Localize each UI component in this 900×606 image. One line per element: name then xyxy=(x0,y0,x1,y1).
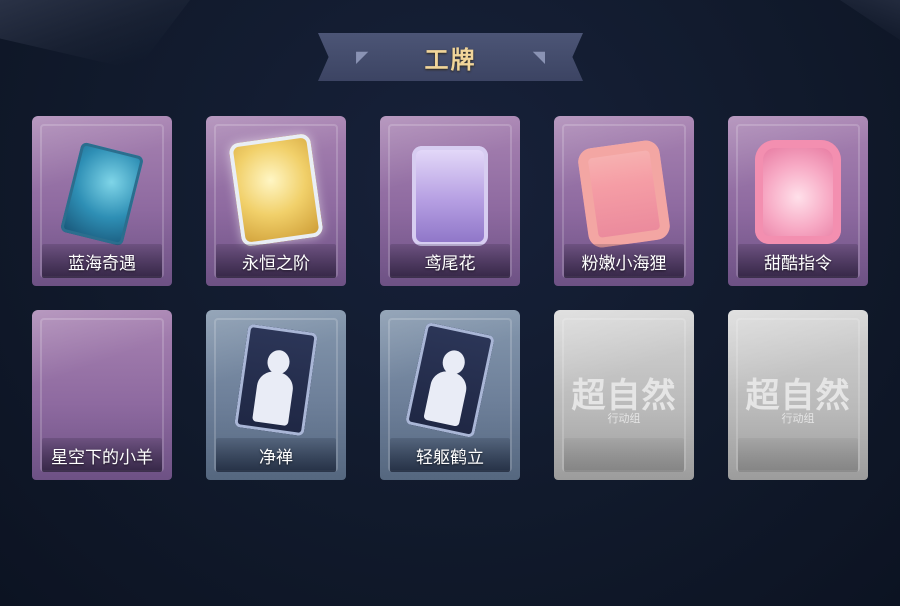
badge-label-bar: 轻躯鹤立 xyxy=(390,438,510,472)
blue-sea-card-art-icon xyxy=(59,141,145,247)
locked-badge-card[interactable]: 超自然 行动组 xyxy=(728,310,868,480)
badge-card[interactable]: 永恒之阶 xyxy=(206,116,346,286)
badge-label-bar: 净禅 xyxy=(216,438,336,472)
silhouette-body xyxy=(423,368,470,427)
badge-label: 轻躯鹤立 xyxy=(416,447,484,468)
silhouette-body xyxy=(252,369,295,427)
badge-label-bar xyxy=(738,438,858,472)
badge-label: 净禅 xyxy=(259,447,293,468)
iris-frame-art-icon xyxy=(412,146,488,246)
badge-card[interactable]: 星空下的小羊 xyxy=(32,310,172,480)
badge-label: 粉嫩小海狸 xyxy=(581,253,667,274)
badge-label-bar: 星空下的小羊 xyxy=(42,438,162,472)
badge-card[interactable]: 粉嫩小海狸 xyxy=(554,116,694,286)
badge-card[interactable]: 鸢尾花 xyxy=(380,116,520,286)
silhouette-card-art-icon xyxy=(234,323,318,437)
badge-card[interactable]: 轻躯鹤立 xyxy=(380,310,520,480)
badge-card[interactable]: 甜酷指令 xyxy=(728,116,868,286)
badge-label-bar: 鸢尾花 xyxy=(390,244,510,278)
pink-shark-frame-art-icon xyxy=(755,140,841,244)
pink-seal-frame-art-icon xyxy=(576,138,672,250)
badge-label: 甜酷指令 xyxy=(764,253,832,274)
badge-label: 鸢尾花 xyxy=(424,253,476,274)
badge-label: 星空下的小羊 xyxy=(51,447,153,468)
badge-label-bar xyxy=(564,438,684,472)
badge-grid: 蓝海奇遇 永恒之阶 鸢尾花 粉嫩小海狸 甜酷指令 星空下的小羊 净禅 轻躯鹤立 … xyxy=(0,0,900,606)
badge-card[interactable]: 蓝海奇遇 xyxy=(32,116,172,286)
game-logo-subtitle: 行动组 xyxy=(607,412,641,425)
badge-card[interactable]: 净禅 xyxy=(206,310,346,480)
game-logo-subtitle: 行动组 xyxy=(781,412,815,425)
badge-label-bar: 永恒之阶 xyxy=(216,244,336,278)
golden-frame-art-icon xyxy=(228,132,324,248)
badge-label: 蓝海奇遇 xyxy=(68,253,136,274)
locked-badge-card[interactable]: 超自然 行动组 xyxy=(554,310,694,480)
badge-label-bar: 甜酷指令 xyxy=(738,244,858,278)
silhouette-card-art-icon xyxy=(404,321,496,439)
badge-label: 永恒之阶 xyxy=(242,253,310,274)
badge-label-bar: 粉嫩小海狸 xyxy=(564,244,684,278)
badge-label-bar: 蓝海奇遇 xyxy=(42,244,162,278)
